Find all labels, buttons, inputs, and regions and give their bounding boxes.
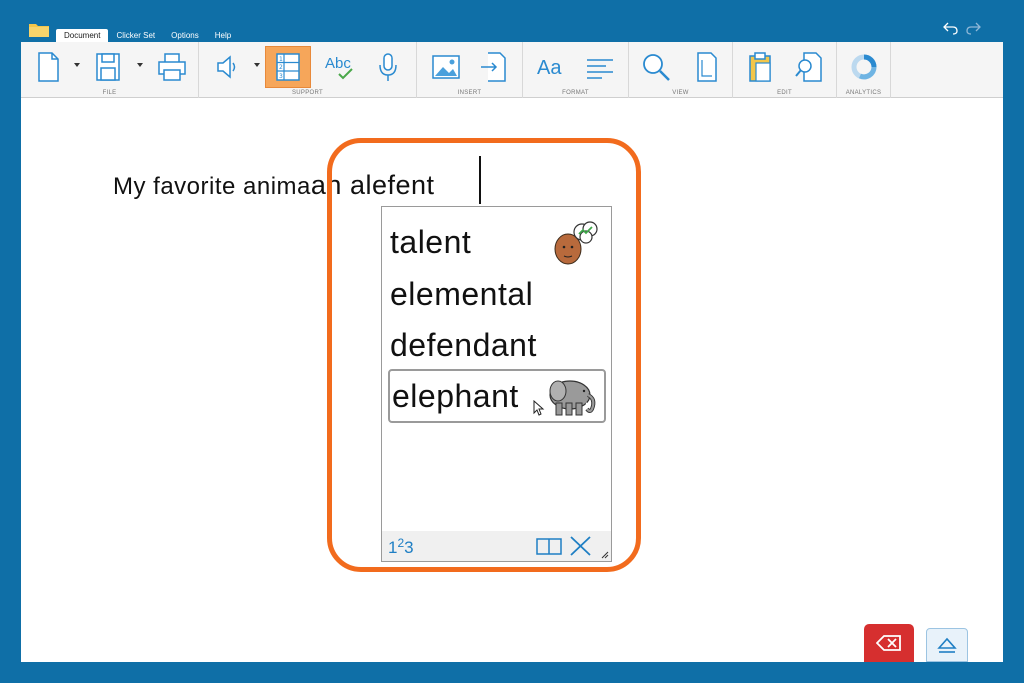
word-prediction-button[interactable]: 12 3 (265, 46, 311, 88)
find-in-document-icon (795, 52, 822, 82)
backspace-icon (876, 635, 901, 651)
prediction-word: talent (390, 223, 472, 260)
spellcheck-label: Abc (325, 55, 351, 72)
number-mode-toggle[interactable]: 123 (388, 536, 414, 558)
picture-icon (432, 55, 460, 79)
mouse-pointer-icon (533, 400, 545, 416)
ribbon-group-edit: EDIT (733, 42, 837, 98)
group-label-view: VIEW (672, 90, 689, 96)
app-window: Document Clicker Set Options Help FILE 1… (21, 0, 1003, 662)
save-dropdown-caret-icon[interactable] (136, 62, 144, 68)
prediction-item[interactable]: defendant (388, 320, 606, 370)
print-button[interactable] (149, 46, 195, 88)
group-label-edit: EDIT (777, 90, 792, 96)
dictation-button[interactable] (365, 46, 411, 88)
menu-tabs: Document Clicker Set Options Help (56, 29, 239, 42)
font-format-button[interactable]: Aa (529, 46, 575, 88)
chevron-up-icon (937, 637, 957, 653)
group-label-format: FORMAT (562, 90, 589, 96)
spellcheck-icon: Abc (325, 55, 353, 80)
clipboard-icon (749, 52, 771, 82)
prediction-word: defendant (390, 326, 537, 363)
tab-help[interactable]: Help (207, 29, 239, 42)
dock-panel-icon[interactable] (536, 535, 562, 557)
prediction-item[interactable]: elemental (388, 269, 606, 319)
group-label-file: FILE (102, 90, 117, 96)
tab-clicker-set[interactable]: Clicker Set (108, 29, 163, 42)
new-dropdown-caret-icon[interactable] (73, 62, 81, 68)
toggle-keyboard-button[interactable] (926, 628, 968, 662)
ribbon-toolbar: FILE 12 3 Abc SUPPORT INSERT Aa FORMAT VI… (21, 42, 1003, 98)
ribbon-group-insert: INSERT (417, 42, 523, 98)
align-left-icon (587, 59, 613, 79)
font-icon: Aa (537, 57, 562, 79)
prediction-panel-footer: 123 (382, 531, 611, 561)
find-button[interactable] (787, 46, 833, 88)
ribbon-group-view: VIEW (629, 42, 733, 98)
resize-grip-icon[interactable] (601, 551, 609, 559)
redo-icon[interactable] (966, 22, 981, 35)
elephant-icon (549, 380, 596, 416)
save-icon (96, 53, 120, 81)
speech-dropdown-caret-icon[interactable] (253, 62, 261, 68)
svg-text:2: 2 (279, 64, 283, 71)
ribbon-group-support: 12 3 Abc SUPPORT (199, 42, 417, 98)
numbered-list-icon: 12 3 (276, 53, 300, 81)
group-label-support: SUPPORT (292, 90, 323, 96)
speech-button[interactable] (205, 46, 251, 88)
document-lead-text: My favorite anima (113, 173, 311, 200)
spellcheck-button[interactable]: Abc (317, 46, 363, 88)
prediction-word: elephant (392, 377, 519, 414)
prediction-word: elemental (390, 275, 534, 312)
insert-file-icon (481, 52, 506, 82)
undo-redo-group (943, 22, 981, 35)
page-size-icon (697, 52, 717, 82)
tab-document[interactable]: Document (56, 29, 109, 42)
new-document-button[interactable] (25, 46, 71, 88)
svg-text:3: 3 (279, 73, 283, 80)
ribbon-group-analytics: ANALYTICS (837, 42, 891, 98)
page-size-button[interactable] (683, 46, 729, 88)
svg-text:1: 1 (279, 56, 283, 63)
microphone-icon (379, 53, 397, 81)
donut-chart-icon (851, 54, 877, 80)
backspace-button[interactable] (864, 624, 914, 662)
insert-picture-button[interactable] (423, 46, 469, 88)
insert-file-button[interactable] (471, 46, 517, 88)
prediction-item-selected[interactable]: elephant (388, 369, 606, 423)
new-document-icon (38, 52, 59, 82)
group-label-insert: INSERT (457, 90, 482, 96)
document-typed-text: an alefent (310, 170, 435, 200)
text-caret (479, 156, 481, 204)
analytics-button[interactable] (841, 46, 887, 88)
undo-icon[interactable] (943, 22, 958, 35)
thinking-face-icon (554, 221, 598, 265)
close-icon[interactable] (568, 535, 594, 557)
word-prediction-panel: talent elemental defendant elephant 123 (381, 206, 612, 562)
paragraph-format-button[interactable] (577, 46, 623, 88)
font-format-label: Aa (537, 57, 562, 79)
zoom-button[interactable] (633, 46, 679, 88)
tab-options[interactable]: Options (163, 29, 207, 42)
document-text-line[interactable]: My favorite animaan alefent (113, 170, 435, 201)
number-toggle-3: 3 (404, 538, 414, 557)
paste-button[interactable] (737, 46, 783, 88)
magnifier-icon (643, 54, 670, 81)
group-label-analytics: ANALYTICS (845, 90, 882, 96)
title-bar: Document Clicker Set Options Help (21, 0, 1003, 42)
speaker-icon (217, 55, 236, 79)
save-button[interactable] (85, 46, 131, 88)
document-canvas[interactable]: My favorite animaan alefent talent eleme… (21, 98, 1003, 662)
ribbon-group-file: FILE (21, 42, 199, 98)
ribbon-group-format: Aa FORMAT (523, 42, 629, 98)
folder-icon[interactable] (29, 22, 49, 37)
prediction-item[interactable]: talent (388, 217, 606, 267)
printer-icon (158, 53, 186, 81)
